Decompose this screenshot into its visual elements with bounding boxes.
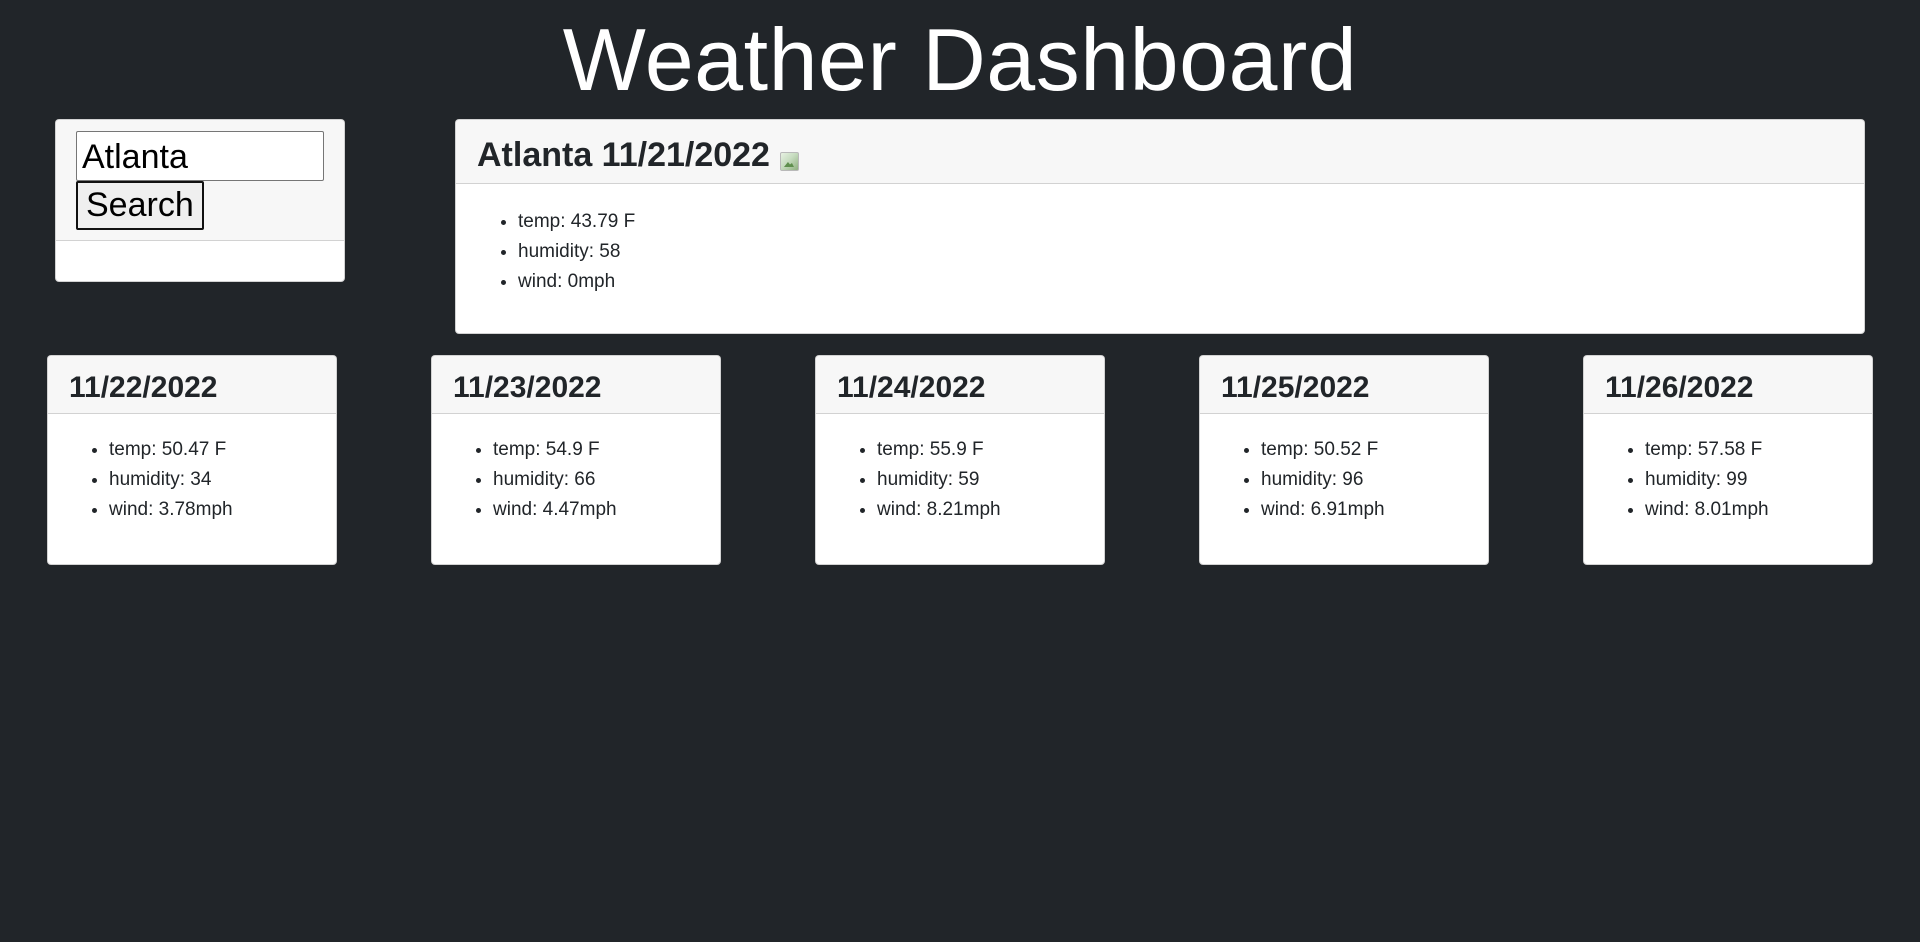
forecast-card-body: temp: 55.9 F humidity: 59 wind: 8.21mph xyxy=(816,414,1104,525)
current-humidity: humidity: 58 xyxy=(518,237,1864,267)
forecast-card-day-1: 11/22/2022 temp: 50.47 F humidity: 34 wi… xyxy=(47,355,337,565)
forecast-temp: temp: 50.52 F xyxy=(1261,435,1488,465)
current-weather-card: Atlanta 11/21/2022 temp: 43.79 F humidit… xyxy=(455,119,1865,334)
forecast-date: 11/25/2022 xyxy=(1221,370,1370,404)
forecast-card-header: 11/25/2022 xyxy=(1200,356,1488,414)
forecast-card-day-5: 11/26/2022 temp: 57.58 F humidity: 99 wi… xyxy=(1583,355,1873,565)
forecast-card-day-2: 11/23/2022 temp: 54.9 F humidity: 66 win… xyxy=(431,355,721,565)
current-weather-header: Atlanta 11/21/2022 xyxy=(456,120,1864,184)
forecast-wind: wind: 3.78mph xyxy=(109,495,336,525)
forecast-date: 11/26/2022 xyxy=(1605,370,1754,404)
forecast-card-header: 11/26/2022 xyxy=(1584,356,1872,414)
search-input[interactable] xyxy=(76,131,324,181)
forecast-card-body: temp: 50.52 F humidity: 96 wind: 6.91mph xyxy=(1200,414,1488,525)
forecast-card-header: 11/24/2022 xyxy=(816,356,1104,414)
forecast-temp: temp: 54.9 F xyxy=(493,435,720,465)
forecast-wind: wind: 8.01mph xyxy=(1645,495,1872,525)
forecast-card-body: temp: 54.9 F humidity: 66 wind: 4.47mph xyxy=(432,414,720,525)
forecast-date: 11/22/2022 xyxy=(69,370,218,404)
search-card: Search xyxy=(55,119,345,282)
forecast-card-day-4: 11/25/2022 temp: 50.52 F humidity: 96 wi… xyxy=(1199,355,1489,565)
forecast-list: temp: 50.52 F humidity: 96 wind: 6.91mph xyxy=(1200,435,1488,525)
page-title: Weather Dashboard xyxy=(562,10,1358,109)
forecast-temp: temp: 57.58 F xyxy=(1645,435,1872,465)
forecast-humidity: humidity: 96 xyxy=(1261,465,1488,495)
forecast-list: temp: 54.9 F humidity: 66 wind: 4.47mph xyxy=(432,435,720,525)
forecast-humidity: humidity: 66 xyxy=(493,465,720,495)
current-wind: wind: 0mph xyxy=(518,267,1864,297)
forecast-wind: wind: 6.91mph xyxy=(1261,495,1488,525)
current-weather-list: temp: 43.79 F humidity: 58 wind: 0mph xyxy=(456,207,1864,297)
forecast-temp: temp: 55.9 F xyxy=(877,435,1104,465)
search-button[interactable]: Search xyxy=(76,181,204,230)
forecast-humidity: humidity: 59 xyxy=(877,465,1104,495)
forecast-list: temp: 55.9 F humidity: 59 wind: 8.21mph xyxy=(816,435,1104,525)
forecast-wind: wind: 8.21mph xyxy=(877,495,1104,525)
forecast-wind: wind: 4.47mph xyxy=(493,495,720,525)
forecast-list: temp: 57.58 F humidity: 99 wind: 8.01mph xyxy=(1584,435,1872,525)
current-weather-body: temp: 43.79 F humidity: 58 wind: 0mph xyxy=(456,184,1864,297)
forecast-temp: temp: 50.47 F xyxy=(109,435,336,465)
current-weather-title: Atlanta 11/21/2022 xyxy=(477,136,770,174)
forecast-card-header: 11/22/2022 xyxy=(48,356,336,414)
forecast-humidity: humidity: 99 xyxy=(1645,465,1872,495)
broken-image-icon xyxy=(779,152,799,171)
forecast-humidity: humidity: 34 xyxy=(109,465,336,495)
search-card-header: Search xyxy=(56,120,344,241)
forecast-card-body: temp: 57.58 F humidity: 99 wind: 8.01mph xyxy=(1584,414,1872,525)
forecast-date: 11/24/2022 xyxy=(837,370,986,404)
forecast-list: temp: 50.47 F humidity: 34 wind: 3.78mph xyxy=(48,435,336,525)
forecast-date: 11/23/2022 xyxy=(453,370,602,404)
forecast-card-day-3: 11/24/2022 temp: 55.9 F humidity: 59 win… xyxy=(815,355,1105,565)
current-temp: temp: 43.79 F xyxy=(518,207,1864,237)
forecast-card-header: 11/23/2022 xyxy=(432,356,720,414)
forecast-card-body: temp: 50.47 F humidity: 34 wind: 3.78mph xyxy=(48,414,336,525)
